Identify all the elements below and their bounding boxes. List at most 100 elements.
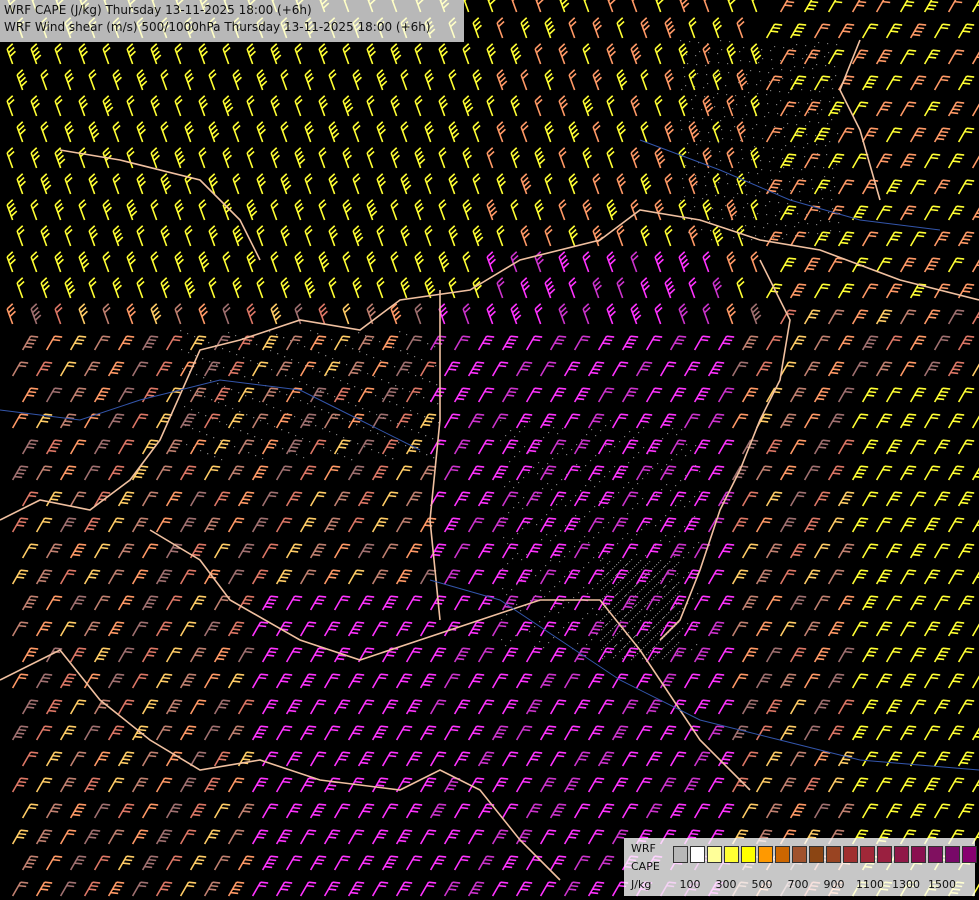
cape-stipple <box>675 485 677 487</box>
cape-stipple <box>674 566 676 568</box>
cape-stipple <box>619 611 621 613</box>
cape-stipple <box>283 337 285 339</box>
cape-stipple <box>642 598 644 600</box>
cape-stipple <box>668 612 670 614</box>
cape-stipple <box>539 621 541 623</box>
cape-stipple <box>814 166 816 168</box>
cape-stipple <box>676 564 678 566</box>
map-title-box: WRF CAPE (J/kg) Thursday 13-11-2025 18:0… <box>0 0 464 42</box>
cape-stipple <box>542 488 544 490</box>
cape-stipple <box>182 368 184 370</box>
cape-stipple <box>655 545 657 547</box>
cape-stipple <box>262 458 264 460</box>
cape-stipple <box>580 490 582 492</box>
cape-stipple <box>684 526 686 528</box>
cape-stipple <box>769 81 771 83</box>
cape-stipple <box>719 71 721 73</box>
cape-stipple <box>379 341 381 343</box>
cape-stipple <box>621 649 623 651</box>
cape-stipple <box>660 540 662 542</box>
cape-stipple <box>629 581 631 583</box>
cape-stipple <box>680 120 682 122</box>
cape-stipple <box>682 178 684 180</box>
cape-stipple <box>824 56 826 58</box>
cape-stipple <box>266 404 268 406</box>
cape-stipple <box>594 486 596 488</box>
cape-stipple <box>780 100 782 102</box>
cape-stipple <box>711 239 713 241</box>
cape-stipple <box>718 182 720 184</box>
cape-stipple <box>209 361 211 363</box>
cape-stipple <box>610 420 612 422</box>
cape-stipple <box>637 593 639 595</box>
cape-stipple <box>792 168 794 170</box>
cape-stipple <box>522 508 524 510</box>
cape-stipple <box>637 483 639 485</box>
cape-stipple <box>620 620 622 622</box>
cape-stipple <box>814 46 816 48</box>
cape-stipple <box>315 425 317 427</box>
cape-stipple <box>371 449 373 451</box>
cape-stipple <box>782 238 784 240</box>
cape-stipple <box>788 92 790 94</box>
cape-stipple <box>739 51 741 53</box>
cape-stipple <box>699 471 701 473</box>
cape-stipple <box>259 401 261 403</box>
cape-stipple <box>621 589 623 591</box>
cape-stipple <box>674 536 676 538</box>
cape-stipple <box>519 451 521 453</box>
cape-stipple <box>609 621 611 623</box>
cape-stipple <box>666 614 668 616</box>
cape-stipple <box>625 565 627 567</box>
cape-stipple <box>254 436 256 438</box>
cape-stipple <box>552 458 554 460</box>
cape-stipple <box>637 503 639 505</box>
cape-stipple <box>404 426 406 428</box>
cape-stipple <box>558 612 560 614</box>
cape-stipple <box>419 451 421 453</box>
title-cape: WRF CAPE (J/kg) Thursday 13-11-2025 18:0… <box>4 3 312 17</box>
cape-stipple <box>815 55 817 57</box>
cape-stipple <box>665 535 667 537</box>
cape-stipple <box>690 210 692 212</box>
cape-stipple <box>745 225 747 227</box>
cape-stipple <box>577 643 579 645</box>
cape-stipple <box>674 556 676 558</box>
cape-stipple <box>507 563 509 565</box>
cape-stipple <box>586 644 588 646</box>
cape-stipple <box>670 490 672 492</box>
cape-stipple <box>647 603 649 605</box>
cape-stipple <box>627 563 629 565</box>
cape-stipple <box>638 602 640 604</box>
cape-stipple <box>276 334 278 336</box>
cape-stipple <box>800 200 802 202</box>
cape-stipple <box>653 637 655 639</box>
cape-stipple <box>366 354 368 356</box>
cape-stipple <box>325 355 327 357</box>
cape-stipple <box>808 232 810 234</box>
cape-stipple <box>722 138 724 140</box>
cape-stipple <box>633 577 635 579</box>
cape-stipple <box>740 60 742 62</box>
cape-stipple <box>375 395 377 397</box>
cape-stipple <box>509 481 511 483</box>
cape-stipple <box>664 616 666 618</box>
cape-stipple <box>836 44 838 46</box>
cape-stipple <box>407 353 409 355</box>
cape-stipple <box>835 75 837 77</box>
cape-stipple <box>318 352 320 354</box>
cape-stipple <box>602 618 604 620</box>
cape-stipple <box>713 97 715 99</box>
cape-stipple <box>648 632 650 634</box>
cape-stipple <box>663 647 665 649</box>
cape-stipple <box>573 597 575 599</box>
cape-stipple <box>267 423 269 425</box>
cape-stipple <box>770 50 772 52</box>
cape-stipple <box>613 637 615 639</box>
cape-stipple <box>563 607 565 609</box>
cape-stipple <box>529 631 531 633</box>
cape-stipple <box>403 407 405 409</box>
cape-stipple <box>679 591 681 593</box>
cape-stipple <box>200 450 202 452</box>
cape-stipple <box>296 454 298 456</box>
